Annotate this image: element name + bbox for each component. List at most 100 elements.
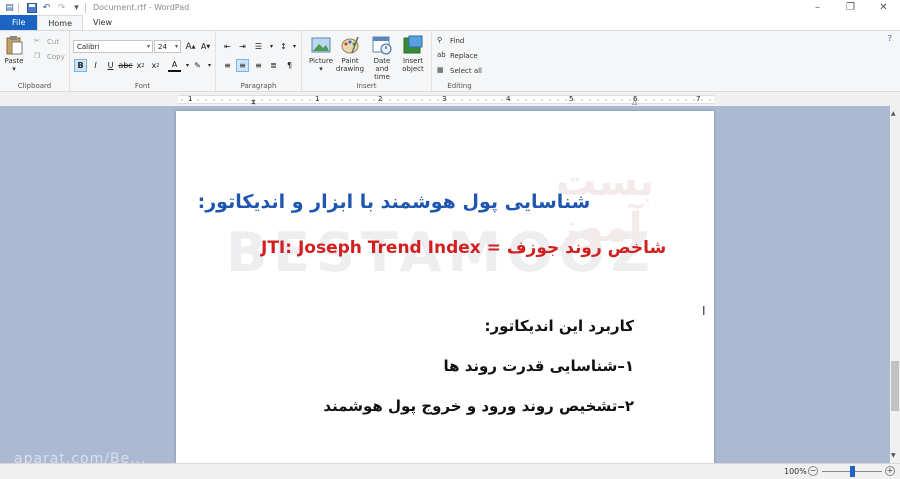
vertical-scrollbar[interactable]: ▲ ▼: [890, 106, 900, 463]
ruler[interactable]: 1 1 2 3 4 5 6 7 ⧗ △: [178, 95, 714, 106]
select-all-button[interactable]: ▦ Select all: [437, 66, 482, 76]
justify-icon[interactable]: ≣: [267, 59, 280, 72]
picture-label: Picture: [308, 57, 334, 65]
picture-button[interactable]: Picture ▾: [306, 35, 336, 73]
ruler-number: 2: [378, 95, 383, 103]
ruler-number: 4: [506, 95, 511, 103]
bold-button[interactable]: B: [74, 59, 87, 72]
italic-button[interactable]: I: [89, 59, 102, 72]
paint-label-line2: drawing: [335, 65, 365, 73]
underline-button[interactable]: U: [104, 59, 117, 72]
paragraph-group-label: Paragraph: [240, 82, 277, 90]
paragraph-group: ⇤ ⇥ ☰ ▾ ↕ ▾ ≡ ≡ ≡ ≣ ¶ Paragraph: [216, 31, 302, 92]
help-icon[interactable]: ?: [888, 34, 892, 43]
bullets-icon[interactable]: ☰: [252, 40, 265, 53]
wordpad-app-icon[interactable]: ▤: [4, 2, 15, 13]
date-label-line2: time: [374, 73, 390, 81]
document-page[interactable]: BESTAMOOZ بست آموز شناسایی پول هوشمند با…: [176, 111, 714, 463]
undo-icon[interactable]: ↶: [41, 2, 52, 13]
date-label-line1: Date and: [373, 57, 391, 73]
replace-button[interactable]: ab Replace: [437, 51, 478, 61]
paint-label-line1: Paint: [341, 57, 359, 65]
copy-label: Copy: [47, 53, 65, 61]
calendar-clock-icon: [372, 36, 392, 55]
paste-label: Paste: [4, 57, 24, 65]
picture-icon: [311, 37, 331, 53]
editing-group-label: Editing: [447, 82, 472, 90]
chevron-down-icon: ▾: [146, 43, 150, 50]
zoom-slider-thumb[interactable]: [850, 466, 855, 477]
chevron-down-icon: ▾: [174, 43, 178, 50]
scroll-up-icon[interactable]: ▲: [891, 110, 896, 117]
insert-group-label: Insert: [356, 82, 377, 90]
paste-button[interactable]: Paste ▾: [4, 35, 24, 73]
close-button[interactable]: ✕: [867, 0, 900, 15]
replace-icon: ab: [437, 51, 446, 59]
tab-file[interactable]: File: [0, 15, 38, 30]
find-button[interactable]: ⚲ Find: [437, 36, 464, 46]
zoom-in-button[interactable]: +: [885, 466, 895, 476]
title-bar: ▤ ↶ ↷ ▾ Document.rtf - WordPad – ❐ ✕: [0, 0, 900, 15]
ribbon-tabs: File Home View: [0, 15, 900, 30]
document-line: کاربرد این اندیکاتور:: [484, 317, 634, 335]
insert-object-button[interactable]: Insert object: [398, 35, 428, 73]
shrink-font-icon[interactable]: A ▼: [199, 40, 212, 53]
binoculars-icon: ⚲: [437, 36, 443, 44]
divider: [85, 2, 86, 13]
increase-indent-icon[interactable]: ⇥: [236, 40, 249, 53]
chevron-down-icon: ▾: [319, 65, 323, 73]
select-all-label: Select all: [450, 67, 482, 75]
superscript-button[interactable]: x2: [149, 59, 162, 72]
paint-palette-icon: [341, 36, 359, 54]
chevron-down-icon[interactable]: ▾: [203, 59, 216, 72]
ruler-number: 7: [696, 95, 701, 103]
select-all-icon: ▦: [437, 66, 444, 74]
clipboard-group: Paste ▾ ✂ Cut ❐ Copy Clipboard: [0, 31, 70, 92]
ruler-number: 1: [188, 95, 193, 103]
save-icon[interactable]: [26, 2, 37, 13]
cut-button[interactable]: ✂ Cut: [34, 37, 59, 47]
customize-quick-access-icon[interactable]: ▾: [71, 2, 82, 13]
redo-icon[interactable]: ↷: [56, 2, 67, 13]
align-right-icon[interactable]: ≡: [252, 59, 265, 72]
object-icon: [403, 35, 423, 54]
document-subheading: JTI: Joseph Trend Index = شاخص روند جوزف: [261, 238, 667, 258]
copy-button[interactable]: ❐ Copy: [34, 52, 65, 62]
right-indent-marker-icon[interactable]: △: [632, 98, 637, 106]
scissors-icon: ✂: [34, 37, 40, 45]
align-center-icon[interactable]: ≡: [236, 59, 249, 72]
document-workspace: BESTAMOOZ بست آموز شناسایی پول هوشمند با…: [0, 106, 890, 463]
date-time-button[interactable]: Date and time: [366, 35, 398, 81]
paint-drawing-button[interactable]: Paint drawing: [335, 35, 365, 73]
scrollbar-thumb[interactable]: [891, 361, 899, 411]
font-size-value: 24: [158, 42, 167, 51]
video-overlay-watermark: aparat.com/Be...: [14, 451, 147, 467]
cut-label: Cut: [47, 38, 60, 46]
text-color-button[interactable]: A: [168, 59, 181, 72]
font-family-value: Calibri: [77, 42, 100, 51]
tab-view[interactable]: View: [83, 15, 122, 30]
grow-font-icon[interactable]: A ▲: [184, 40, 197, 53]
insert-group: Picture ▾ Paint drawing Date and time In…: [302, 31, 432, 92]
subscript-button[interactable]: x2: [134, 59, 147, 72]
align-left-icon[interactable]: ≡: [221, 59, 234, 72]
zoom-out-button[interactable]: −: [808, 466, 818, 476]
paste-icon: [6, 36, 23, 55]
font-group-label: Font: [134, 82, 151, 90]
ribbon: Paste ▾ ✂ Cut ❐ Copy Clipboard Calibri ▾…: [0, 30, 900, 92]
object-label-line1: Insert: [402, 57, 424, 65]
chevron-down-icon: ▾: [12, 65, 16, 73]
font-family-select[interactable]: Calibri ▾: [73, 40, 153, 53]
ruler-number: 5: [569, 95, 574, 103]
window-title: Document.rtf - WordPad: [93, 3, 190, 12]
minimize-button[interactable]: –: [801, 0, 834, 15]
font-size-select[interactable]: 24 ▾: [154, 40, 181, 53]
scroll-down-icon[interactable]: ▼: [891, 452, 896, 459]
decrease-indent-icon[interactable]: ⇤: [221, 40, 234, 53]
strikethrough-button[interactable]: abc: [118, 59, 132, 72]
paragraph-settings-icon[interactable]: ¶: [283, 59, 296, 72]
chevron-down-icon[interactable]: ▾: [288, 40, 301, 53]
tab-home[interactable]: Home: [37, 15, 84, 30]
text-cursor-icon: I: [702, 304, 706, 318]
maximize-button[interactable]: ❐: [834, 0, 867, 15]
